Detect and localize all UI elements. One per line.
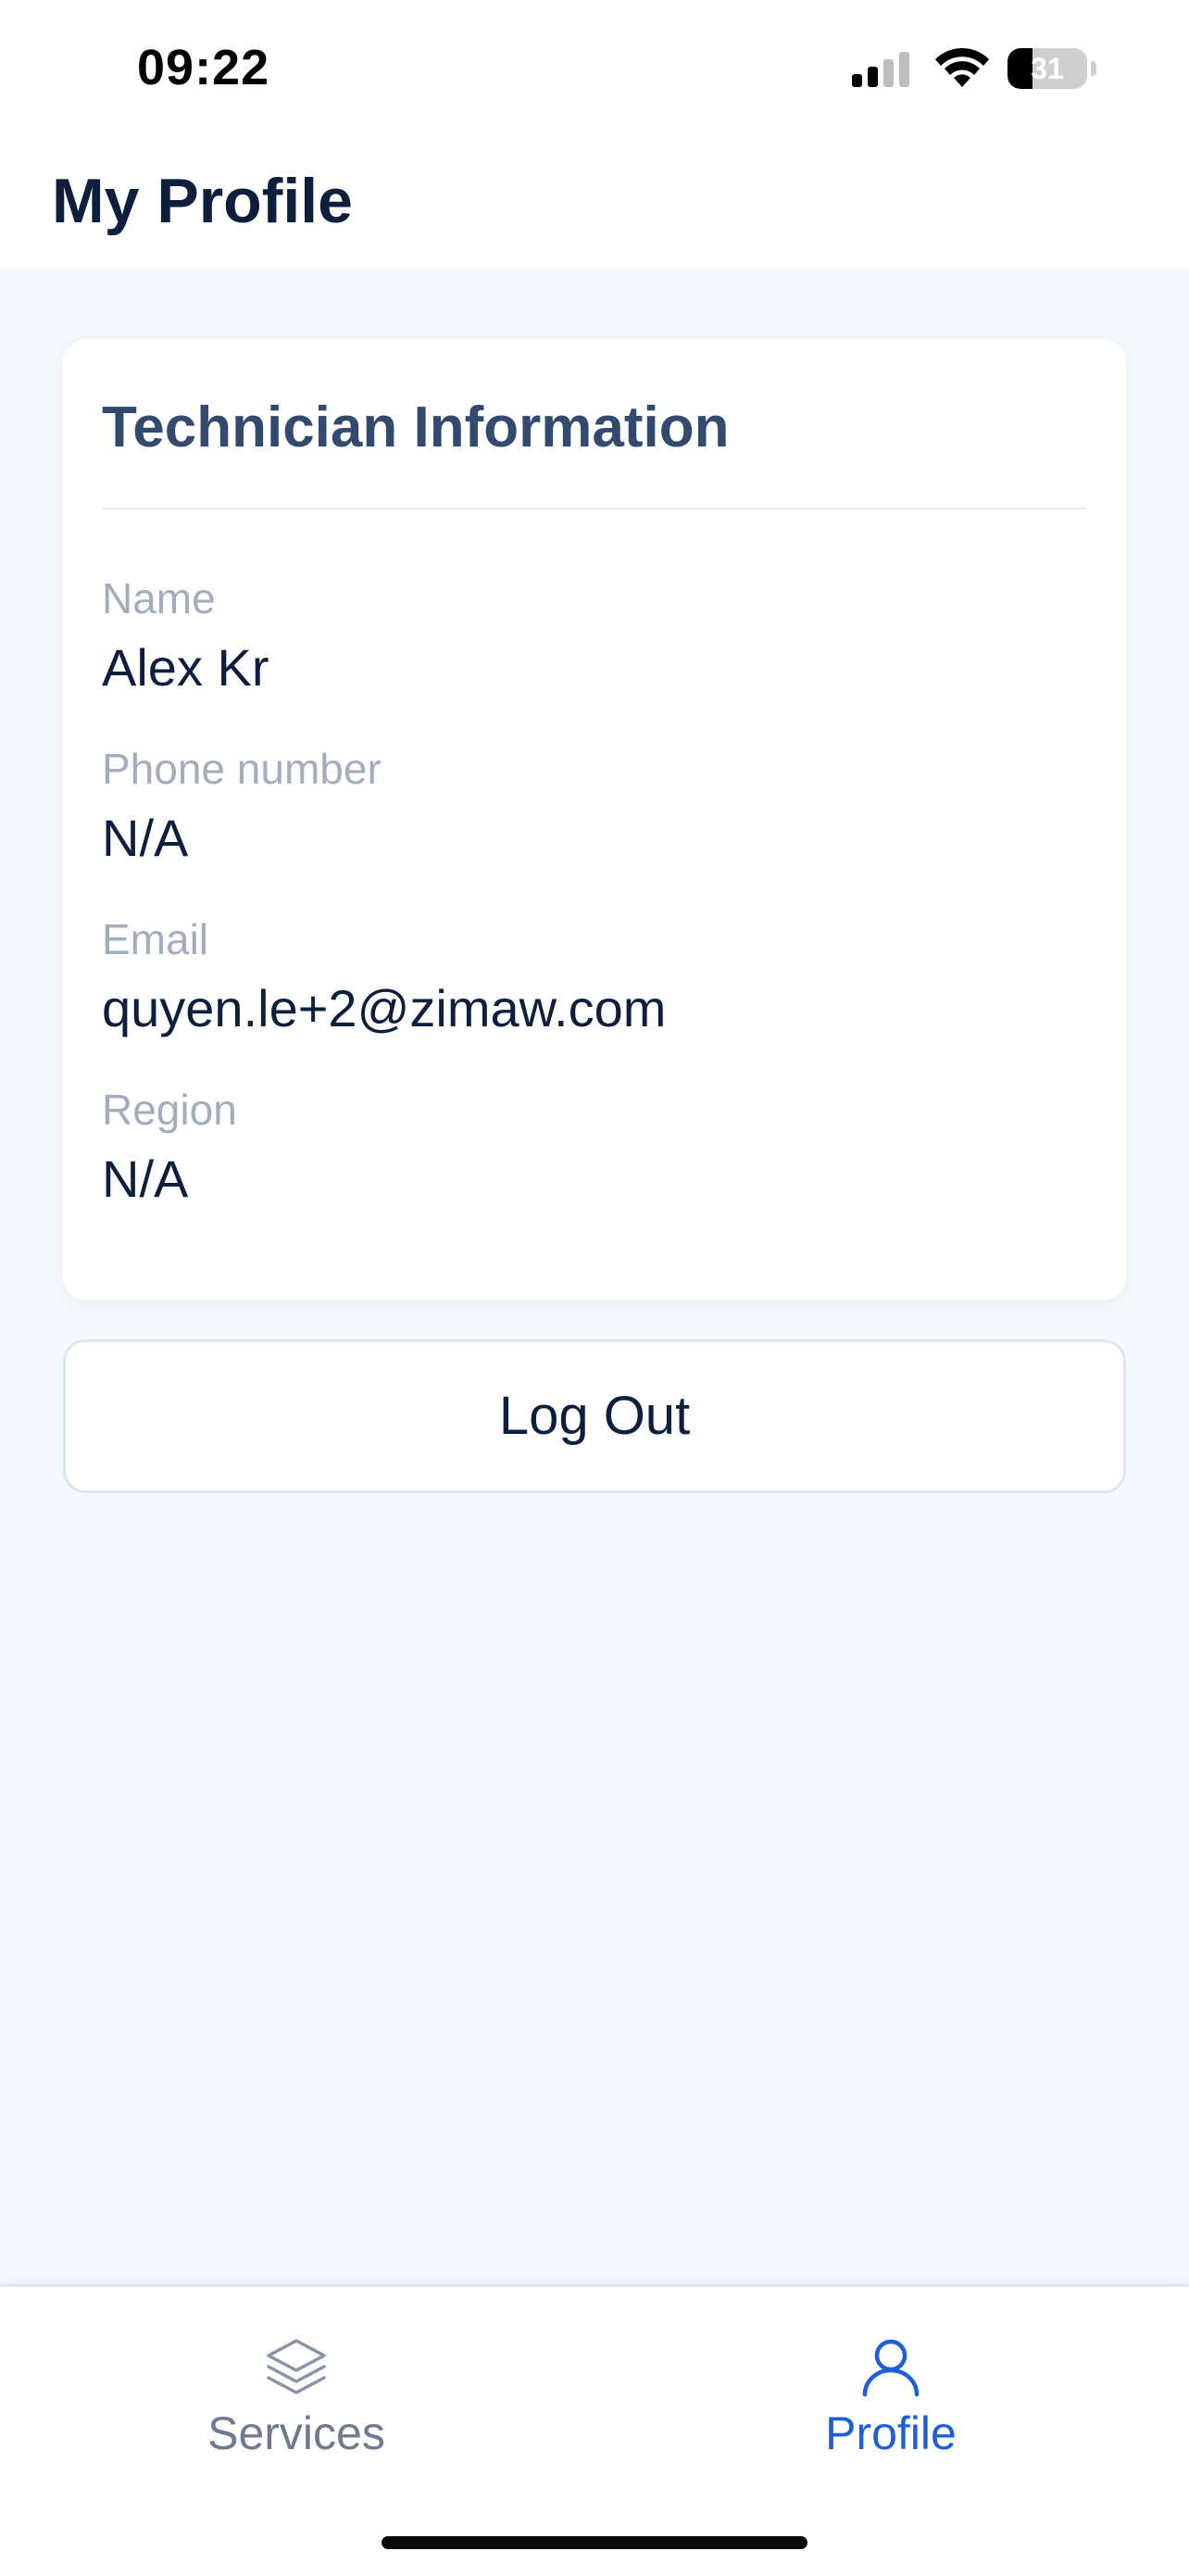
signal-icon [852, 52, 909, 87]
field-value-region: N/A [102, 1150, 189, 1208]
card-divider [102, 508, 1087, 509]
card-title: Technician Information [102, 396, 730, 459]
field-value-phone: N/A [102, 809, 189, 867]
field-email: Email quyen.le+2@zimaw.com [102, 913, 1087, 1039]
bottom-tab-bar: Services Profile [0, 2284, 1189, 2576]
field-name: Name Alex Kr [102, 572, 1087, 698]
page-title: My Profile [52, 166, 353, 236]
battery-tip [1091, 61, 1096, 76]
app-header: My Profile [0, 139, 1189, 269]
battery-body: 31 [1008, 48, 1087, 89]
tab-services[interactable]: Services [111, 2333, 482, 2472]
technician-info-card: Technician Information Name Alex Kr Phon… [63, 339, 1126, 1301]
wifi-icon [935, 47, 989, 87]
tab-label-profile: Profile [825, 2407, 957, 2459]
status-bar: 09:22 31 [0, 0, 1189, 139]
field-region: Region N/A [102, 1084, 1087, 1210]
tab-label-services: Services [207, 2407, 385, 2459]
battery-level: 31 [1031, 52, 1064, 85]
home-indicator [382, 2536, 807, 2549]
field-label-name: Name [102, 574, 216, 622]
status-time: 09:22 [137, 40, 270, 95]
field-value-name: Alex Kr [102, 638, 269, 697]
logout-button[interactable]: Log Out [63, 1339, 1126, 1493]
field-value-email: quyen.le+2@zimaw.com [102, 979, 667, 1037]
field-label-region: Region [102, 1086, 237, 1134]
field-label-phone: Phone number [102, 745, 382, 793]
layers-icon [267, 2339, 326, 2394]
field-label-email: Email [102, 915, 209, 963]
field-phone: Phone number N/A [102, 743, 1087, 869]
tab-profile[interactable]: Profile [706, 2333, 1076, 2472]
status-icons: 31 [850, 44, 1100, 91]
user-icon [862, 2339, 920, 2397]
